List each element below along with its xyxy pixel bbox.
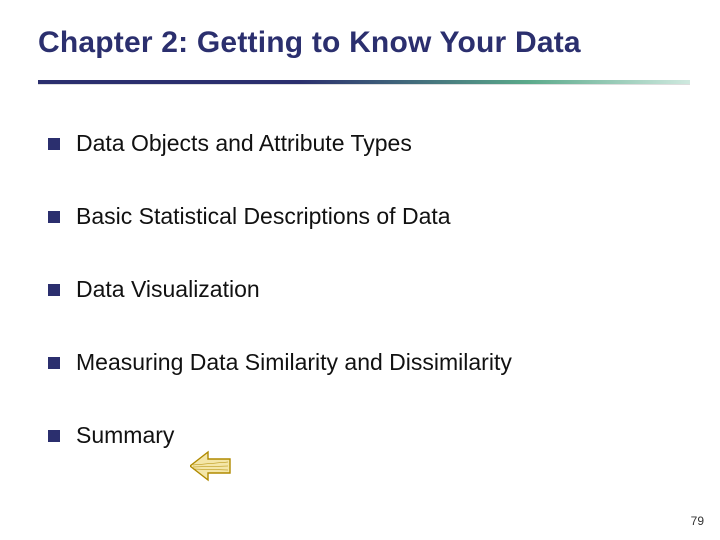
list-item: Measuring Data Similarity and Dissimilar… [48,349,680,376]
list-item: Basic Statistical Descriptions of Data [48,203,680,230]
bullet-icon [48,430,60,442]
slide-title: Chapter 2: Getting to Know Your Data [38,26,690,60]
page-number: 79 [691,514,704,528]
bullet-icon [48,357,60,369]
list-item-label: Basic Statistical Descriptions of Data [76,203,451,230]
list-item-label: Data Visualization [76,276,260,303]
list-item: Data Objects and Attribute Types [48,130,680,157]
highlight-arrow-icon [190,448,232,484]
list-item-label: Data Objects and Attribute Types [76,130,412,157]
list-item: Summary [48,422,680,449]
bullet-icon [48,284,60,296]
slide: Chapter 2: Getting to Know Your Data Dat… [0,0,720,540]
bullet-list: Data Objects and Attribute Types Basic S… [48,130,680,495]
list-item-label: Summary [76,422,174,449]
bullet-icon [48,211,60,223]
list-item: Data Visualization [48,276,680,303]
list-item-label: Measuring Data Similarity and Dissimilar… [76,349,512,376]
bullet-icon [48,138,60,150]
title-underline [38,80,690,84]
